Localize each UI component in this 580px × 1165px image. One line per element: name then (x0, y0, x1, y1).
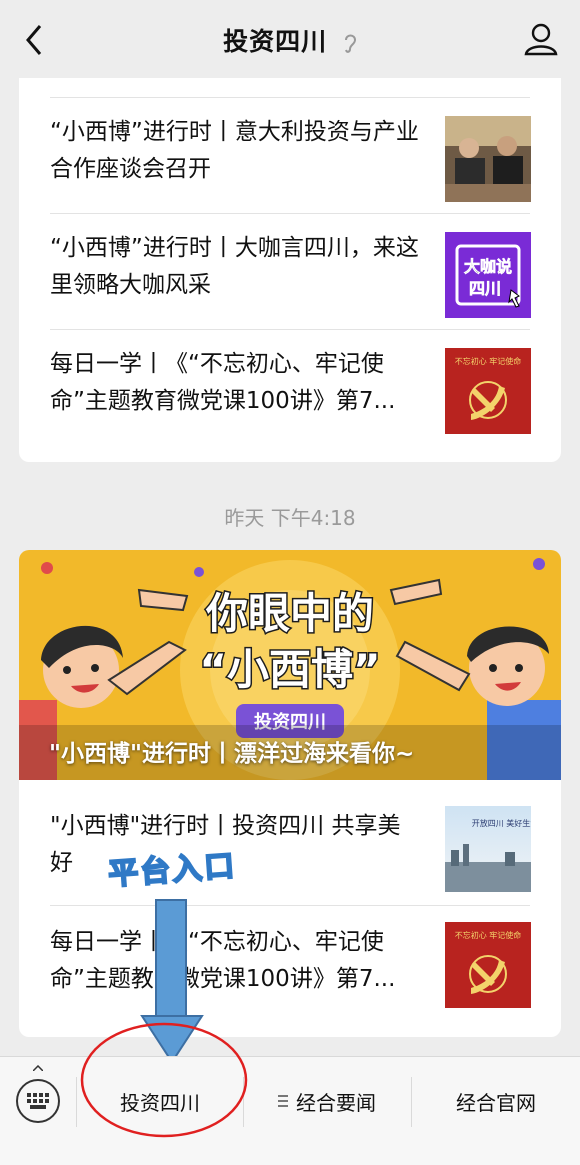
party-emblem-thumbnail: 不忘初心 牢记使命 (445, 348, 531, 434)
banner-headline-1: 你眼中的 (205, 589, 374, 638)
keyboard-icon (27, 1093, 49, 1109)
divider (50, 213, 530, 214)
article-item[interactable]: “小西博”进行时丨意大利投资与产业合作座谈会召开 (50, 114, 531, 204)
divider (50, 329, 530, 330)
article-title: “小西博”进行时丨大咖言四川，来这里领略大咖风采 (50, 235, 419, 298)
article-card-bottom: 你眼中的 “小西博” 投资四川 "小西博"进行时丨漂洋过海来看你~ "小西博"进… (19, 550, 561, 1037)
article-title: 每日一学丨《“不忘初心、牢记使命”主题教育微党课100讲》第7... (50, 351, 396, 414)
menu-separator (76, 1077, 77, 1127)
page-title: 投资四川 (0, 22, 580, 58)
title-text: 投资四川 (223, 27, 328, 56)
ear-icon (344, 34, 356, 53)
annotation-circle (80, 1022, 248, 1138)
divider (50, 905, 530, 906)
submenu-list-icon (278, 1092, 288, 1110)
thumb-text: 开放四川 美好生活 (472, 818, 531, 828)
article-title: 每日一学丨《“不忘初心、牢记使命”主题教育微党课100讲》第7... (50, 929, 396, 992)
annotation-label: 平台入口 (106, 848, 238, 894)
article-item[interactable]: 每日一学丨《“不忘初心、牢记使命”主题教育微党课100讲》第7... 不忘初心 … (50, 346, 531, 436)
user-icon[interactable] (524, 22, 558, 56)
party-emblem-thumbnail: 不忘初心 牢记使命 (445, 922, 531, 1008)
divider (50, 97, 530, 98)
article-card-top: “小西博”进行时丨意大利投资与产业合作座谈会召开 “小西博”进行时丨大咖言四川，… (19, 60, 561, 462)
menu-item-jinghe-website[interactable]: 经合官网 (412, 1057, 580, 1145)
nav-bar: 投资四川 (0, 0, 580, 78)
meeting-photo-thumbnail (445, 116, 531, 202)
menu-item-jinghe-news[interactable]: 经合要闻 (244, 1057, 410, 1145)
headline-banner[interactable]: 你眼中的 “小西博” 投资四川 "小西博"进行时丨漂洋过海来看你~ (19, 550, 561, 780)
thumb-text: 不忘初心 牢记使命 (455, 930, 522, 940)
city-view-thumbnail: 开放四川 美好生活 (445, 806, 531, 892)
article-item[interactable]: 每日一学丨《“不忘初心、牢记使命”主题教育微党课100讲》第7... 不忘初心 … (50, 922, 531, 1014)
thumb-text: 大咖说 (464, 257, 512, 276)
article-item[interactable]: “小西博”进行时丨大咖言四川，来这里领略大咖风采 大咖说 四川 (50, 230, 531, 320)
chevron-up-icon (33, 1065, 43, 1071)
thumb-text: 不忘初心 牢记使命 (455, 356, 522, 366)
menu-item-label: 经合要闻 (296, 1090, 376, 1115)
menu-item-label: 经合官网 (456, 1090, 536, 1115)
message-timestamp: 昨天 下午4:18 (224, 506, 356, 530)
dakashuo-thumbnail: 大咖说 四川 (445, 232, 531, 318)
article-title: “小西博”进行时丨意大利投资与产业合作座谈会召开 (50, 119, 419, 182)
banner-headline-2: “小西博” (199, 645, 380, 694)
keyboard-toggle-button[interactable] (16, 1079, 60, 1123)
thumb-text: 四川 (469, 279, 501, 298)
banner-caption: "小西博"进行时丨漂洋过海来看你~ (49, 741, 415, 767)
